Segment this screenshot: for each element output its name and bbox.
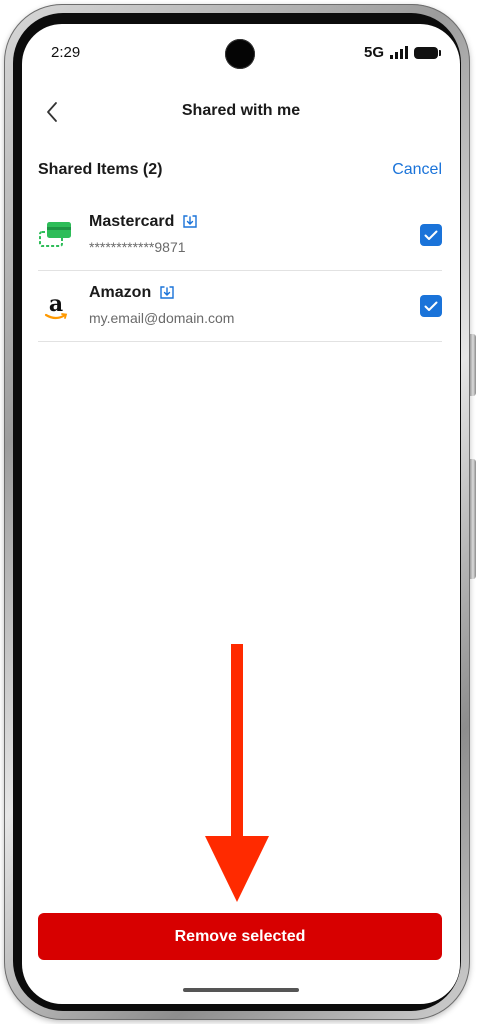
item-name: Amazon [89, 284, 152, 301]
page-title: Shared with me [181, 102, 301, 119]
item-checkbox[interactable] [420, 224, 442, 246]
remove-selected-button[interactable]: Remove selected [38, 913, 442, 960]
signal-icon [390, 46, 408, 59]
checkmark-icon [424, 230, 438, 240]
item-checkbox[interactable] [420, 295, 442, 317]
item-subtitle: ************9871 [89, 239, 186, 255]
shared-download-icon [183, 215, 198, 228]
status-bar: 2:29 5G [22, 24, 460, 84]
shared-download-icon [160, 286, 174, 299]
network-type: 5G [363, 44, 384, 61]
battery-icon [414, 46, 441, 59]
home-indicator[interactable] [183, 988, 299, 992]
shared-items-list: Mastercard ************9871 a Amazon my.… [38, 200, 442, 342]
list-item[interactable]: a Amazon my.email@domain.com [38, 271, 442, 342]
amazon-logo-icon: a [38, 289, 74, 325]
status-time: 2:29 [51, 44, 81, 61]
credit-card-icon [38, 218, 74, 254]
cancel-button[interactable]: Cancel [392, 161, 442, 179]
phone-frame: 2:29 5G Shared with me Shared Items (2) … [4, 4, 476, 1020]
section-header: Shared Items (2) Cancel [38, 159, 444, 185]
svg-text:a: a [49, 291, 63, 317]
power-button [470, 459, 476, 579]
item-name: Mastercard [89, 213, 175, 230]
item-subtitle: my.email@domain.com [89, 310, 235, 326]
volume-button [470, 334, 476, 396]
section-title: Shared Items (2) [38, 161, 163, 178]
front-camera [225, 39, 255, 69]
status-indicators: 5G [363, 44, 441, 61]
screen: 2:29 5G Shared with me Shared Items (2) … [22, 24, 460, 1004]
list-item[interactable]: Mastercard ************9871 [38, 200, 442, 271]
checkmark-icon [424, 301, 438, 311]
nav-header: Shared with me [22, 92, 460, 132]
annotation-arrow-icon [205, 644, 269, 902]
